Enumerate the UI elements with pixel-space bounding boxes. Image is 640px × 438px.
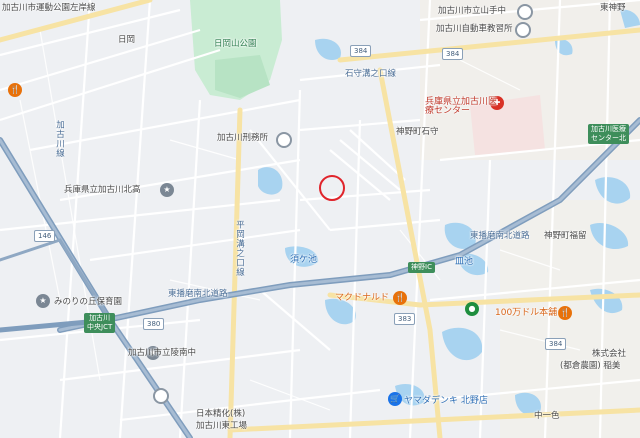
nursery-school-icon[interactable]: ★ (36, 294, 50, 308)
factory-place-icon[interactable] (153, 388, 169, 404)
label-hiraoka-road: 平岡溝之口線 (234, 220, 245, 277)
route-shield-384-south: 384 (545, 338, 567, 351)
label-100man-dollar: 100万ドル本舗 (495, 308, 558, 318)
label-minori-nursery: みのりの丘保育園 (54, 297, 123, 307)
restaurant-icon[interactable]: 🍴 (558, 306, 572, 320)
school-place-icon-top[interactable] (517, 4, 533, 20)
label-kakogawa-left-road: 加古川市運動公園左岸線 (2, 3, 96, 13)
map-base-layer (0, 0, 640, 438)
route-shield-383: 383 (394, 313, 416, 326)
route-shield-384-mid: 384 (442, 48, 464, 61)
park-icon[interactable]: ● (465, 302, 479, 316)
label-ryonan-junior-high: 加古川市立陵南中 (128, 348, 197, 358)
label-driving-school: 加古川自動車教習所 (436, 24, 513, 34)
restaurant-icon[interactable]: 🍴 (8, 83, 22, 97)
label-yamate-junior-high: 加古川市立山手中 (438, 6, 507, 16)
label-sara-ike: 皿池 (455, 257, 474, 267)
label-kakogawa-line: 加古川線 (54, 120, 65, 158)
label-yamada-denki: ヤマダデンキ 北野店 (404, 396, 488, 406)
label-hospital: 兵庫県立加古川医療センター (425, 97, 498, 116)
label-kanno-fukudome: 神野町福留 (544, 231, 587, 241)
label-sudaike: 須ケ池 (290, 255, 318, 265)
school-place-icon[interactable] (515, 22, 531, 38)
label-ishimori-road: 石守溝之口線 (345, 69, 397, 79)
kanno-ic-sign: 神野IC (408, 262, 435, 273)
route-shield-146: 146 (34, 230, 56, 243)
label-hioka: 日岡 (118, 35, 136, 45)
label-higashi-kanno: 東神野 (600, 3, 626, 13)
kakogawa-central-jct-sign: 加古川 中央JCT (84, 313, 116, 333)
label-kakogawa-east-factory: 加古川東工場 (196, 421, 248, 431)
label-mcdonalds: マクドナルド (335, 293, 390, 303)
label-prison: 加古川刑務所 (217, 133, 269, 143)
school-icon[interactable]: ★ (160, 183, 174, 197)
label-tokura-farm: (都倉農園) 稲美 (560, 361, 621, 371)
label-nihon-seika: 日本精化(株) (196, 409, 246, 419)
route-shield-380: 380 (143, 318, 165, 331)
prison-place-icon[interactable] (276, 132, 292, 148)
shopping-icon[interactable]: 🛒 (388, 392, 402, 406)
target-marker[interactable] (319, 175, 345, 201)
map-canvas[interactable]: ✚ ★ ★ ★ 🍴 🍴 🍴 🛒 ● 加古川市立山手中 東神野 加古川自動車教習所… (0, 0, 640, 438)
label-higashi-harima-expressway: 東播磨南北道路 (168, 289, 228, 299)
label-kakogawa-kitako: 兵庫県立加古川北高 (64, 185, 141, 195)
label-hioka-park: 日岡山公園 (214, 39, 257, 49)
route-shield-384-north: 384 (350, 45, 372, 58)
label-kanno-ishimori: 神野町石守 (396, 127, 439, 137)
restaurant-icon[interactable]: 🍴 (393, 291, 407, 305)
medical-center-north-sign: 加古川医療 センター北 (588, 124, 629, 144)
label-higashi-harima-expressway-east: 東播磨南北道路 (470, 231, 530, 241)
label-naka-isshiki: 中一色 (534, 411, 560, 421)
label-corporation: 株式会社 (592, 349, 627, 359)
